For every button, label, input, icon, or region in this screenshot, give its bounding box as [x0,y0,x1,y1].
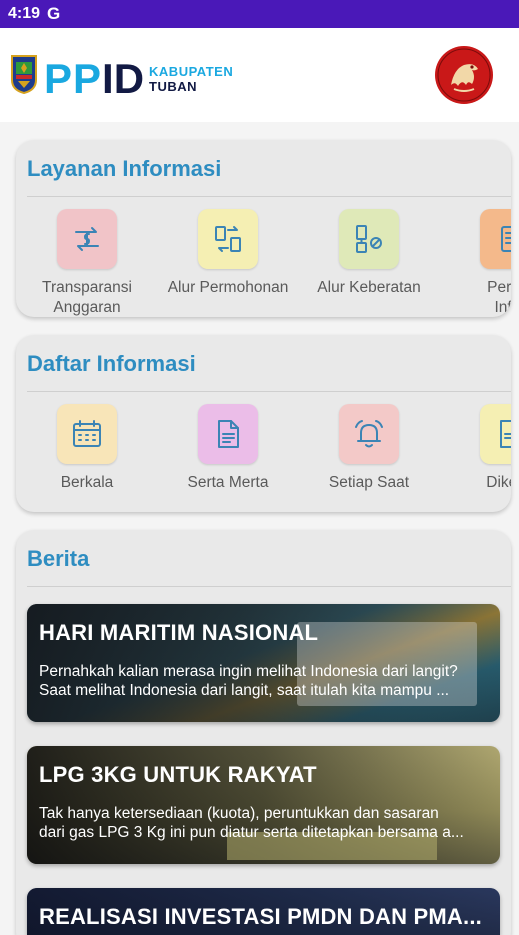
file-icon [480,404,511,464]
layanan-permohonan-informasi[interactable]: Permo Infor [440,209,511,317]
daftar-setiap-saat[interactable]: Setiap Saat [299,404,439,493]
layanan-transparansi-anggaran[interactable]: Transparansi Anggaran [17,209,157,317]
calendar-icon [57,404,117,464]
bell-icon [339,404,399,464]
news-card-lpg-3kg[interactable]: LPG 3KG UNTUK RAKYAT Tak hanya ketersedi… [27,746,500,864]
news-title: REALISASI INVESTASI PMDN DAN PMA... [39,904,482,929]
daftar-item-label: Berkala [60,474,114,491]
document-request-icon [480,209,511,269]
transfer-dollar-icon [57,209,117,269]
layanan-item-label: Transparansi Anggaran [42,279,132,316]
flow-request-icon [198,209,258,269]
logo-subtitle: KABUPATEN TUBAN [149,65,233,93]
app-header: PP ID KABUPATEN TUBAN [0,28,519,122]
layanan-icon-row[interactable]: Transparansi Anggaran Alur Permohonan Al… [16,197,511,317]
daftar-dikecualikan[interactable]: Dikecu [440,404,511,493]
news-title: HARI MARITIM NASIONAL [39,620,319,645]
layanan-alur-permohonan[interactable]: Alur Permohonan [158,209,298,298]
layanan-informasi-title: Layanan Informasi [27,156,222,181]
logo-id-text: ID [102,55,145,102]
daftar-berkala[interactable]: Berkala [17,404,157,493]
news-title: LPG 3KG UNTUK RAKYAT [39,762,317,787]
status-bar: 4:19 G [0,0,519,28]
news-description: Pernahkah kalian merasa ingin melihat In… [39,663,458,699]
berita-card: Berita [16,530,511,935]
news-description: Tak hanya ketersediaan (kuota), peruntuk… [39,805,464,841]
ppid-logo: PP ID KABUPATEN TUBAN [44,58,233,100]
flow-objection-icon [339,209,399,269]
logo-kabupaten-text: KABUPATEN [149,64,234,79]
layanan-informasi-card: Layanan Informasi Transparansi Anggaran [16,140,511,317]
layanan-item-label: Permo Infor [487,279,511,316]
logo-pp-text: PP [44,55,103,102]
divider [27,586,511,587]
daftar-item-label: Dikecu [486,474,511,491]
status-time: 4:19 [8,5,41,22]
news-card-realisasi-investasi[interactable]: REALISASI INVESTASI PMDN DAN PMA... [27,888,500,935]
document-icon [198,404,258,464]
layanan-item-label: Alur Permohonan [167,279,289,296]
tuban-emblem-icon [435,46,493,104]
daftar-informasi-title: Daftar Informasi [27,351,196,376]
daftar-icon-row[interactable]: Berkala Serta Merta Setiap Saat Dik [16,392,511,512]
daftar-informasi-card: Daftar Informasi Berkala Serta Merta Set… [16,335,511,512]
east-java-crest-icon [11,55,37,94]
layanan-item-label: Alur Keberatan [317,279,421,296]
google-icon: G [47,4,61,23]
daftar-item-label: Setiap Saat [328,474,410,491]
layanan-alur-keberatan[interactable]: Alur Keberatan [299,209,439,298]
berita-title: Berita [27,546,90,571]
daftar-serta-merta[interactable]: Serta Merta [158,404,298,493]
logo-tuban-text: TUBAN [149,79,198,94]
daftar-item-label: Serta Merta [187,474,269,491]
news-card-hari-maritim[interactable]: HARI MARITIM NASIONAL Pernahkah kalian m… [27,604,500,722]
